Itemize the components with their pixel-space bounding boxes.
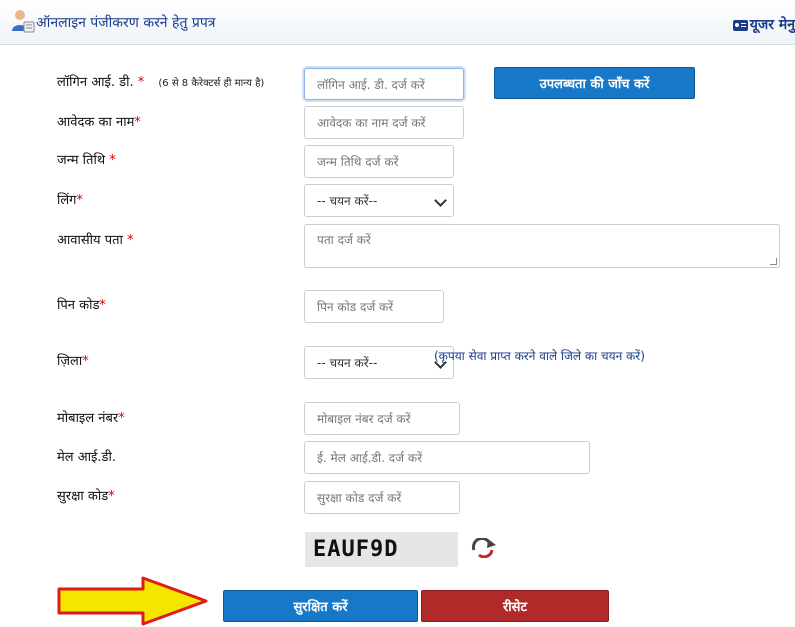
- required-marker: *: [76, 193, 84, 208]
- dob-placeholder: जन्म तिथि दर्ज करें: [317, 155, 399, 169]
- email-input[interactable]: ई. मेल आई.डी. दर्ज करें: [304, 441, 590, 474]
- login-id-label-text: लॉगिन आई. डी.: [57, 75, 134, 90]
- mobile-input[interactable]: मोबाइल नंबर दर्ज करें: [304, 402, 460, 435]
- pin-label-text: पिन कोड: [57, 298, 100, 313]
- captcha-image: EAUF9D: [305, 532, 458, 567]
- mobile-label: मोबाइल नंबर*: [57, 408, 125, 426]
- id-card-icon: [732, 19, 748, 31]
- user-icon: [12, 10, 35, 33]
- required-marker: *: [118, 411, 125, 426]
- required-marker: *: [99, 298, 106, 313]
- applicant-name-label-text: आवेदक का नाम: [57, 115, 135, 130]
- gender-label: लिंग*: [57, 190, 83, 208]
- security-code-label-text: सुरक्षा कोड: [57, 489, 109, 504]
- applicant-name-placeholder: आवेदक का नाम दर्ज करें: [317, 116, 426, 130]
- login-id-hint: (6 से 8 कैरेक्टर्स ही मान्य है): [158, 78, 265, 89]
- pin-placeholder: पिन कोड दर्ज करें: [317, 300, 394, 314]
- applicant-name-input[interactable]: आवेदक का नाम दर्ज करें: [304, 106, 464, 139]
- page-header: ऑनलाइन पंजीकरण करने हेतु प्रपत्र यूजर मे…: [0, 0, 795, 45]
- security-code-placeholder: सुरक्षा कोड दर्ज करें: [317, 491, 402, 505]
- district-select[interactable]: -- चयन करें--: [304, 346, 454, 379]
- pin-label: पिन कोड*: [57, 295, 106, 313]
- email-label-text: मेल आई.डी.: [57, 450, 116, 465]
- required-marker: *: [108, 489, 115, 504]
- required-marker: *: [127, 233, 134, 248]
- page-title: ऑनलाइन पंजीकरण करने हेतु प्रपत्र: [36, 15, 216, 31]
- district-selected-value: -- चयन करें--: [317, 356, 378, 370]
- login-id-label: लॉगिन आई. डी. * (6 से 8 कैरेक्टर्स ही मा…: [57, 72, 264, 90]
- pin-input[interactable]: पिन कोड दर्ज करें: [304, 290, 444, 323]
- required-marker: *: [109, 153, 116, 168]
- address-label-text: आवासीय पता: [57, 233, 123, 248]
- security-code-label: सुरक्षा कोड*: [57, 486, 115, 504]
- district-label-text: ज़िला: [57, 354, 83, 369]
- email-placeholder: ई. मेल आई.डी. दर्ज करें: [317, 451, 422, 465]
- gender-label-text: लिंग: [57, 193, 77, 208]
- email-label: मेल आई.डी.: [57, 447, 116, 465]
- required-marker: *: [82, 354, 89, 369]
- refresh-icon[interactable]: [470, 538, 498, 558]
- arrow-right-icon: [57, 576, 208, 626]
- security-code-input[interactable]: सुरक्षा कोड दर्ज करें: [304, 481, 460, 514]
- district-note: (कृपया सेवा प्राप्त करने वाले जिले का चय…: [434, 349, 645, 363]
- dob-input[interactable]: जन्म तिथि दर्ज करें: [304, 145, 454, 178]
- address-textarea[interactable]: पता दर्ज करें: [304, 224, 780, 268]
- gender-selected-value: -- चयन करें--: [317, 194, 378, 208]
- user-menu-link[interactable]: यूजर मेनु: [732, 15, 795, 34]
- address-label: आवासीय पता *: [57, 230, 134, 248]
- save-button[interactable]: सुरक्षित करें: [223, 590, 418, 622]
- mobile-label-text: मोबाइल नंबर: [57, 411, 119, 426]
- reset-button[interactable]: रीसेट: [421, 590, 609, 622]
- required-marker: *: [137, 75, 145, 90]
- district-label: ज़िला*: [57, 351, 89, 369]
- gender-select[interactable]: -- चयन करें--: [304, 184, 454, 217]
- dob-label: जन्म तिथि *: [57, 150, 116, 168]
- mobile-placeholder: मोबाइल नंबर दर्ज करें: [317, 412, 411, 426]
- login-id-placeholder: लॉगिन आई. डी. दर्ज करें: [317, 77, 425, 92]
- chevron-down-icon: [434, 193, 447, 207]
- applicant-name-label: आवेदक का नाम*: [57, 112, 141, 130]
- login-id-input[interactable]: लॉगिन आई. डी. दर्ज करें: [304, 68, 464, 100]
- check-availability-button[interactable]: उपलब्धता की जाँच करें: [494, 67, 695, 99]
- resize-handle-icon[interactable]: [770, 258, 777, 265]
- user-menu-label: यूजर मेनु: [749, 17, 795, 33]
- dob-label-text: जन्म तिथि: [57, 153, 106, 168]
- required-marker: *: [134, 115, 141, 130]
- address-placeholder: पता दर्ज करें: [317, 233, 371, 247]
